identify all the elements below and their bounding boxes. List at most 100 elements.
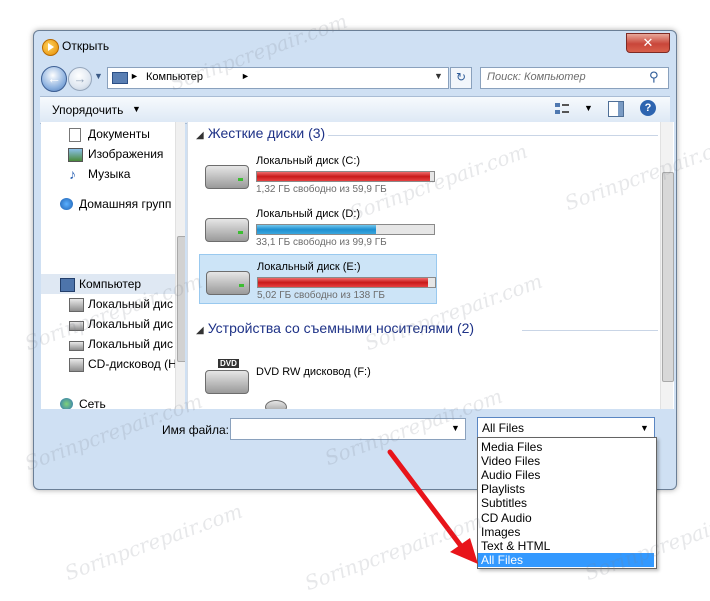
filename-label: Имя файла: [162, 423, 229, 437]
usage-bar [256, 171, 435, 182]
drive-icon [205, 218, 249, 242]
drive-item-dvd[interactable]: DVD DVD RW дисковод (F:) [199, 350, 435, 398]
address-bar[interactable]: ► Компьютер ► ▼ [107, 67, 449, 89]
forward-button[interactable]: → [68, 67, 92, 91]
breadcrumb-chevron-icon[interactable]: ► [130, 71, 139, 81]
navigation-pane: Документы Изображения ♪ Музыка Домашняя … [41, 122, 185, 409]
file-type-option[interactable]: Subtitles [478, 496, 654, 510]
sidebar-item-network[interactable]: Сеть [41, 394, 185, 409]
chevron-down-icon[interactable]: ▼ [132, 104, 141, 114]
sidebar-item-label: Компьютер [79, 277, 142, 291]
sidebar-item-label: Музыка [88, 167, 131, 181]
drive-name: Локальный диск (D:) [256, 208, 361, 220]
navigation-scrollbar[interactable] [175, 122, 185, 409]
dvd-badge: DVD [218, 359, 239, 368]
arrow-shaft [387, 449, 467, 553]
content-scrollbar[interactable] [660, 122, 674, 409]
scrollbar-thumb[interactable] [177, 236, 185, 362]
collapse-chevron-icon[interactable]: ◢ [196, 130, 204, 141]
title-bar: Открыть ✕ [34, 31, 676, 61]
sidebar-item-label: CD-дисковод (H [88, 357, 177, 371]
sidebar-item-pictures[interactable]: Изображения [41, 144, 185, 164]
back-button[interactable]: ← [41, 66, 67, 92]
sidebar-item-label: Локальный дис [88, 317, 173, 331]
search-placeholder: Поиск: Компьютер [487, 71, 586, 83]
group-title: Жесткие диски (3) [207, 125, 326, 141]
search-input[interactable]: Поиск: Компьютер ⚲ [480, 67, 669, 89]
search-icon[interactable]: ⚲ [649, 69, 659, 85]
file-type-option[interactable]: Media Files [478, 440, 654, 454]
refresh-button[interactable]: ↻ [450, 67, 472, 89]
sidebar-item-local-disk-c[interactable]: Локальный дис [41, 294, 185, 314]
file-type-option[interactable]: Audio Files [478, 468, 654, 482]
drive-free-space: 5,02 ГБ свободно из 138 ГБ [257, 290, 385, 301]
usage-bar [256, 224, 435, 235]
sidebar-item-label: Документы [88, 127, 150, 141]
close-button[interactable]: ✕ [626, 33, 670, 53]
chevron-down-icon[interactable]: ▼ [451, 423, 460, 433]
sidebar-item-local-disk-e[interactable]: Локальный дис [41, 334, 185, 354]
sidebar-item-documents[interactable]: Документы [41, 124, 185, 144]
group-header-hard-disks[interactable]: ◢ Жесткие диски (3) [196, 125, 325, 141]
network-icon [60, 398, 73, 409]
sidebar-item-label: Изображения [88, 147, 164, 161]
view-options-chevron-icon[interactable]: ▼ [584, 103, 593, 113]
drive-free-space: 1,32 ГБ свободно из 59,9 ГБ [256, 184, 387, 195]
chevron-down-icon[interactable]: ▼ [640, 423, 649, 433]
windows-drive-icon [205, 165, 249, 189]
sidebar-item-local-disk-d[interactable]: Локальный дис [41, 314, 185, 334]
file-type-option[interactable]: All Files [478, 552, 654, 567]
file-type-option[interactable]: Images [478, 525, 654, 539]
pictures-icon [68, 148, 83, 162]
usage-bar-fill [257, 172, 431, 181]
organize-button[interactable]: Упорядочить [52, 103, 123, 117]
drive-name: Локальный диск (C:) [256, 155, 361, 167]
open-file-dialog: Открыть ✕ ← → ▼ ► Компьютер ► ▼ ↻ Поиск:… [33, 30, 677, 490]
drive-item-d[interactable]: Локальный диск (D:) 33,1 ГБ свободно из … [199, 202, 435, 250]
usage-bar [257, 277, 436, 288]
sidebar-item-music[interactable]: ♪ Музыка [41, 164, 185, 184]
chevron-down-icon[interactable]: ▼ [434, 71, 443, 81]
recent-pages-chevron-icon[interactable]: ▼ [94, 71, 103, 81]
sidebar-item-cd-drive[interactable]: CD-дисковод (H [41, 354, 185, 374]
sidebar-item-label: Локальный дис [88, 337, 173, 351]
breadcrumb-computer[interactable]: Компьютер [146, 71, 203, 83]
computer-icon [112, 72, 128, 84]
sidebar-item-label: Домашняя групп [79, 197, 172, 211]
arrow-head [450, 538, 478, 564]
filename-field[interactable]: ▼ [230, 418, 466, 440]
sidebar-item-label: Локальный дис [88, 297, 173, 311]
file-type-option[interactable]: Video Files [478, 454, 654, 468]
content-pane: ◢ Жесткие диски (3) Локальный диск (C:) 1… [187, 122, 674, 409]
sidebar-item-computer[interactable]: Компьютер [41, 274, 185, 294]
group-divider [522, 330, 658, 331]
red-arrow-annotation [387, 449, 478, 564]
preview-pane-icon[interactable] [608, 101, 624, 117]
file-type-options: Media Files Video Files Audio Files Playlis… [477, 437, 657, 569]
collapse-chevron-icon[interactable]: ◢ [196, 325, 204, 336]
drive-icon [69, 341, 84, 351]
drive-free-space: 33,1 ГБ свободно из 99,9 ГБ [256, 237, 387, 248]
breadcrumb-chevron-icon[interactable]: ► [241, 71, 250, 81]
windows-drive-icon [69, 298, 84, 312]
group-header-removable[interactable]: ◢ Устройства со съемными носителями (2) [196, 320, 474, 336]
arrow-left-icon: ← [47, 70, 61, 86]
toolbar: Упорядочить ▼ ▼ ? [40, 96, 670, 124]
file-type-select[interactable]: All Files ▼ [477, 417, 655, 439]
window-title: Открыть [62, 39, 110, 53]
drive-name: Локальный диск (E:) [257, 261, 361, 273]
sidebar-item-homegroup[interactable]: Домашняя групп [41, 194, 185, 214]
group-divider [328, 135, 658, 136]
drive-name: DVD RW дисковод (F:) [256, 366, 371, 378]
drive-item-c[interactable]: Локальный диск (C:) 1,32 ГБ свободно из … [199, 149, 435, 197]
file-type-option[interactable]: Text & HTML [478, 539, 654, 553]
file-type-option[interactable]: CD Audio [478, 511, 654, 525]
dvd-drive-icon: DVD [205, 359, 249, 394]
scrollbar-thumb[interactable] [662, 172, 674, 382]
media-player-icon [42, 39, 59, 56]
file-type-option[interactable]: Playlists [478, 482, 654, 496]
change-view-icon[interactable] [554, 101, 570, 117]
group-title: Устройства со съемными носителями (2) [207, 320, 475, 336]
drive-item-e[interactable]: Локальный диск (E:) 5,02 ГБ свободно из … [199, 254, 437, 304]
help-icon[interactable]: ? [640, 100, 656, 116]
